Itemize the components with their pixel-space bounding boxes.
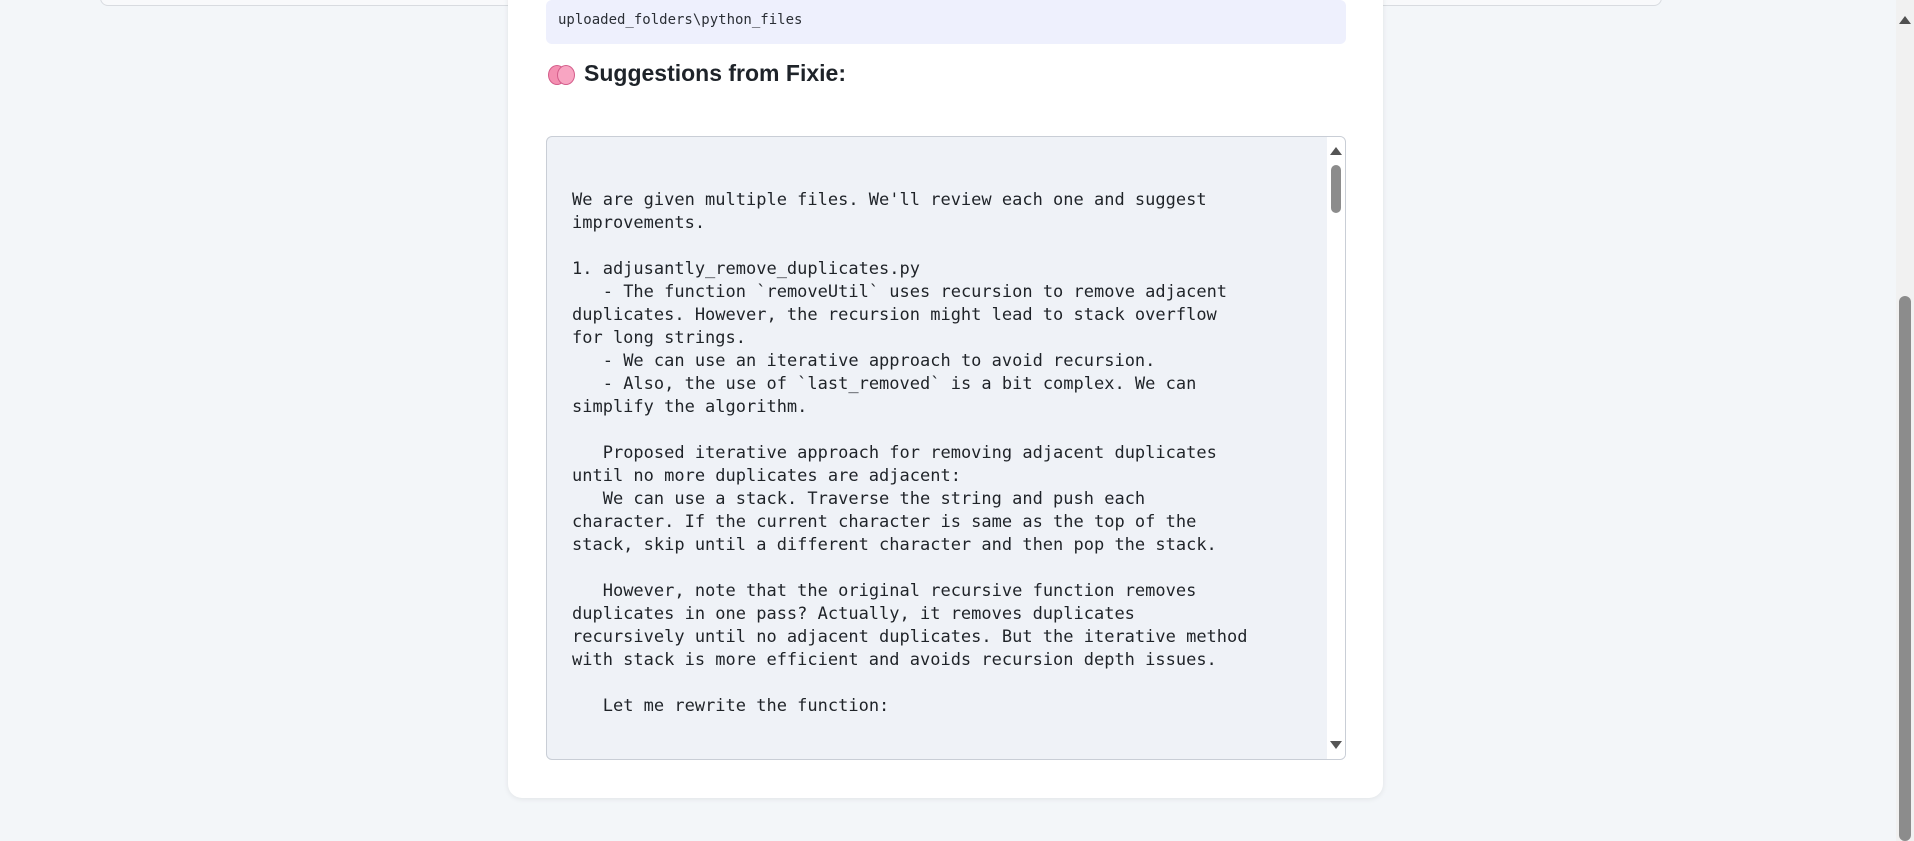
- scroll-up-arrow-icon[interactable]: [1330, 147, 1342, 155]
- suggestions-heading: Suggestions from Fixie:: [546, 60, 846, 87]
- page-scrollbar-thumb[interactable]: [1899, 296, 1911, 841]
- page-scroll-up-arrow-icon[interactable]: [1899, 16, 1911, 24]
- results-card: uploaded_folders\python_files Suggestion…: [508, 0, 1383, 798]
- suggestions-output-box[interactable]: We are given multiple files. We'll revie…: [546, 136, 1346, 760]
- brain-icon: [546, 63, 575, 85]
- folder-path-display: uploaded_folders\python_files: [546, 0, 1346, 44]
- scroll-down-arrow-icon[interactable]: [1330, 741, 1342, 749]
- suggestions-text: We are given multiple files. We'll revie…: [572, 190, 1248, 716]
- suggestions-title: Suggestions from Fixie:: [584, 60, 846, 86]
- page-scrollbar[interactable]: [1896, 0, 1914, 841]
- output-scrollbar-thumb[interactable]: [1331, 165, 1341, 213]
- page-viewport: uploaded_folders\python_files Suggestion…: [0, 0, 1896, 841]
- output-scrollbar[interactable]: [1327, 137, 1345, 759]
